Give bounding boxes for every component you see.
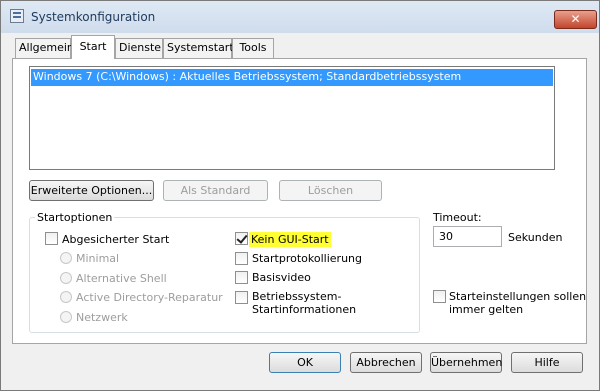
radio-alternative-shell <box>60 272 72 284</box>
radio-network <box>60 311 72 323</box>
boot-options-label: Startoptionen <box>35 211 115 224</box>
base-video-label[interactable]: Basisvideo <box>252 271 311 284</box>
radio-alternative-shell-label: Alternative Shell <box>76 272 167 285</box>
advanced-options-button[interactable]: Erweiterte Optionen... <box>29 180 154 201</box>
os-boot-info-label-line2[interactable]: Startinformationen <box>252 303 356 316</box>
tab-allgemein[interactable]: Allgemein <box>15 38 74 58</box>
tab-start[interactable]: Start <box>71 35 115 59</box>
set-default-button[interactable]: Als Standard <box>163 180 268 201</box>
timeout-input[interactable]: 30 <box>433 226 502 247</box>
boot-entry-selected[interactable]: Windows 7 (C:\Windows) : Aktuelles Betri… <box>31 69 553 86</box>
safe-boot-label[interactable]: Abgesicherter Start <box>62 233 169 246</box>
radio-ad-repair-label: Active Directory-Reparatur <box>76 291 223 304</box>
os-boot-info-label-line1[interactable]: Betriebssystem- <box>252 290 341 303</box>
tab-dienste[interactable]: Dienste <box>115 38 163 58</box>
make-permanent-label-line2[interactable]: immer gelten <box>449 303 523 316</box>
help-button[interactable]: Hilfe <box>511 352 583 373</box>
tab-systemstart[interactable]: Systemstart <box>163 38 234 58</box>
make-permanent-label-line1[interactable]: Starteinstellungen sollen <box>449 290 586 303</box>
delete-button[interactable]: Löschen <box>279 180 382 201</box>
boot-entry-list[interactable]: Windows 7 (C:\Windows) : Aktuelles Betri… <box>29 66 555 170</box>
radio-network-label: Netzwerk <box>76 311 128 324</box>
timeout-label: Timeout: <box>433 211 482 224</box>
radio-minimal-label: Minimal <box>76 252 120 265</box>
close-button[interactable]: ✕ <box>554 10 597 29</box>
msconfig-app-icon <box>10 9 24 23</box>
no-gui-boot-checkbox[interactable] <box>235 232 248 245</box>
radio-ad-repair <box>60 291 72 303</box>
apply-button[interactable]: Übernehmen <box>430 352 502 373</box>
safe-boot-checkbox[interactable] <box>45 232 58 245</box>
make-permanent-checkbox[interactable] <box>433 290 446 303</box>
cancel-button[interactable]: Abbrechen <box>350 352 422 373</box>
os-boot-info-checkbox[interactable] <box>235 291 248 304</box>
radio-minimal <box>60 252 72 264</box>
system-configuration-window: Systemkonfiguration ✕ Allgemein Start Di… <box>0 0 600 391</box>
tab-tools[interactable]: Tools <box>232 38 274 58</box>
ok-button[interactable]: OK <box>269 352 341 373</box>
window-title: Systemkonfiguration <box>31 10 156 24</box>
base-video-checkbox[interactable] <box>235 271 248 284</box>
title-bar[interactable]: Systemkonfiguration <box>1 1 599 33</box>
boot-log-label[interactable]: Startprotokollierung <box>252 252 362 265</box>
no-gui-boot-label[interactable]: Kein GUI-Start <box>249 232 331 247</box>
boot-log-checkbox[interactable] <box>235 252 248 265</box>
timeout-unit: Sekunden <box>508 231 563 244</box>
